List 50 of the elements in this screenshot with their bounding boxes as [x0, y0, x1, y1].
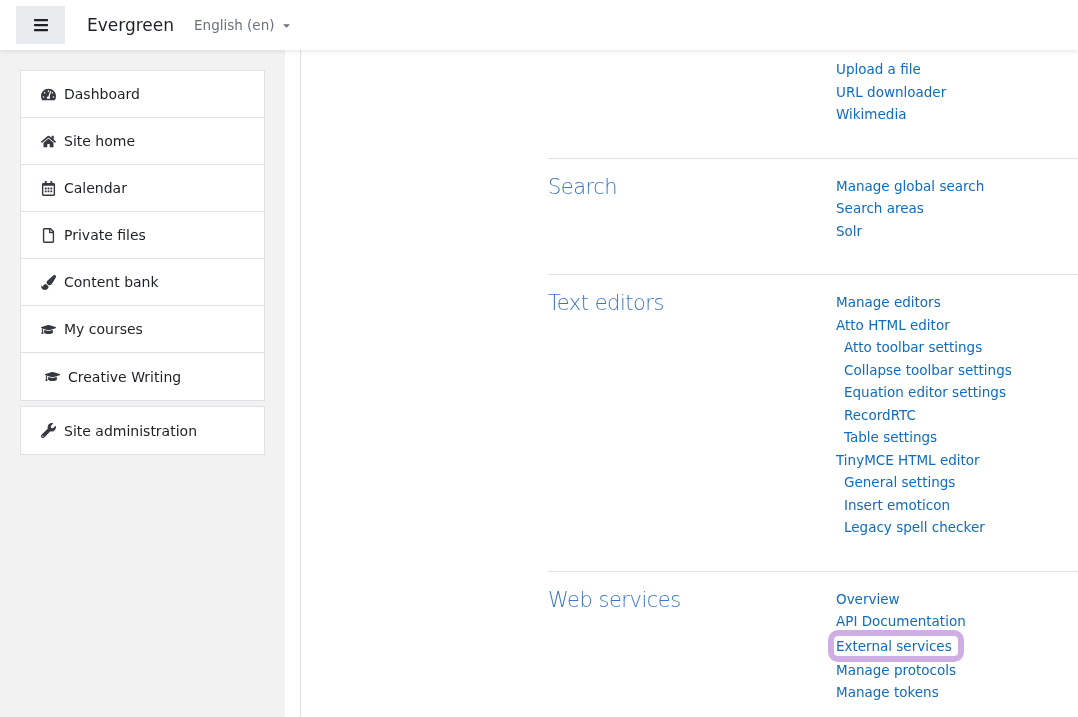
paintbrush-icon: [41, 274, 56, 290]
sidebar-item[interactable]: Site home: [21, 118, 264, 165]
settings-link[interactable]: Insert emoticon: [844, 493, 950, 516]
settings-link[interactable]: Overview: [836, 587, 900, 610]
item-label: Creative Writing: [68, 368, 182, 385]
settings-link[interactable]: Manage editors: [836, 291, 941, 314]
item-label: Site administration: [64, 422, 198, 439]
item-label: My courses: [64, 321, 143, 337]
sidebar-item[interactable]: Site administration: [21, 407, 264, 454]
language-menu[interactable]: English (en): [194, 17, 292, 33]
sidebar-item[interactable]: My courses: [21, 306, 264, 353]
sidebar-item[interactable]: Dashboard: [21, 71, 264, 118]
sidebar-item[interactable]: Calendar: [21, 165, 264, 212]
wrench-icon: [41, 423, 56, 438]
calendar-icon: [41, 180, 56, 196]
sidebar-item[interactable]: Content bank: [21, 259, 264, 306]
site-name: Evergreen: [87, 15, 175, 35]
settings-link[interactable]: Solr: [836, 219, 863, 242]
item-label: Dashboard: [64, 86, 140, 102]
settings-link[interactable]: Table settings: [844, 426, 938, 449]
settings-link[interactable]: Upload a file: [836, 58, 921, 81]
item-label: Content bank: [64, 274, 159, 290]
item-label: Calendar: [64, 180, 127, 196]
sidebar-item[interactable]: Private files: [21, 212, 264, 259]
section-heading: Text editors: [548, 291, 665, 317]
file-icon: [41, 227, 56, 243]
menu-button[interactable]: [16, 6, 65, 44]
home-icon: [41, 133, 56, 149]
settings-link[interactable]: RecordRTC: [844, 403, 916, 426]
settings-link[interactable]: General settings: [844, 471, 956, 494]
settings-link[interactable]: External services: [828, 629, 964, 662]
settings-link[interactable]: Legacy spell checker: [844, 516, 985, 539]
settings-link[interactable]: Manage global search: [836, 174, 985, 197]
menu-icon: [32, 17, 49, 33]
settings-link[interactable]: Wikimedia: [836, 103, 907, 126]
settings-link[interactable]: Atto HTML editor: [836, 313, 950, 336]
settings-link[interactable]: Collapse toolbar settings: [844, 358, 1012, 381]
settings-link[interactable]: Manage tokens: [836, 681, 939, 704]
settings-link[interactable]: Atto toolbar settings: [844, 336, 983, 359]
item-label: Private files: [64, 227, 146, 243]
settings-link[interactable]: URL downloader: [836, 80, 947, 103]
section-heading: Web services: [548, 587, 682, 614]
settings-link[interactable]: Search areas: [836, 197, 924, 220]
sidebar-item[interactable]: Creative Writing: [21, 353, 264, 400]
section-heading: Search: [548, 174, 619, 201]
item-label: Site home: [64, 133, 136, 149]
settings-link[interactable]: TinyMCE HTML editor: [836, 448, 980, 471]
graduation-cap-icon: [45, 369, 60, 384]
gauge-icon: [41, 86, 56, 102]
settings-link[interactable]: Equation editor settings: [844, 381, 1006, 404]
